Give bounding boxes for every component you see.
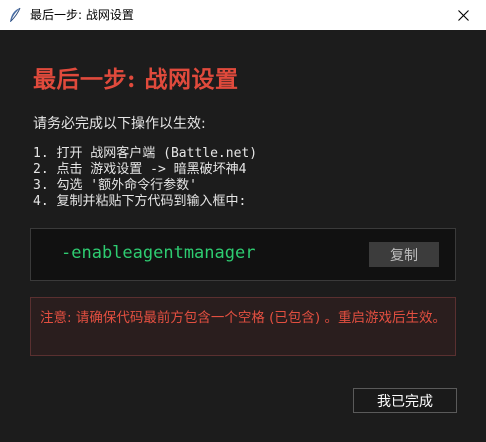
- intro-text: 请务必完成以下操作以生效:: [33, 116, 206, 132]
- warning-notice: 注意: 请确保代码最前方包含一个空格 (已包含) 。重启游戏后生效。: [30, 297, 456, 356]
- step-item: 2. 点击 游戏设置 -> 暗黑破坏神4: [33, 162, 247, 177]
- steps-list: 1. 打开 战网客户端 (Battle.net) 2. 点击 游戏设置 -> 暗…: [33, 146, 257, 210]
- window-title: 最后一步: 战网设置: [30, 8, 134, 22]
- step-item: 4. 复制并粘贴下方代码到输入框中:: [33, 194, 247, 209]
- close-icon: [457, 9, 469, 21]
- launch-argument-code[interactable]: -enableagentmanager: [61, 243, 255, 263]
- feather-icon: [10, 7, 21, 22]
- dialog-window: 最后一步: 战网设置 最后一步: 战网设置 请务必完成以下操作以生效: 1. 打…: [0, 0, 486, 442]
- title-bar: 最后一步: 战网设置: [0, 0, 486, 30]
- copy-button[interactable]: 复制: [369, 242, 439, 267]
- done-button[interactable]: 我已完成: [353, 388, 457, 413]
- page-heading: 最后一步: 战网设置: [33, 66, 239, 93]
- code-box: -enableagentmanager 复制: [30, 228, 456, 281]
- step-item: 3. 勾选 '额外命令行参数': [33, 178, 197, 193]
- step-item: 1. 打开 战网客户端 (Battle.net): [33, 146, 258, 161]
- close-button[interactable]: [440, 0, 486, 30]
